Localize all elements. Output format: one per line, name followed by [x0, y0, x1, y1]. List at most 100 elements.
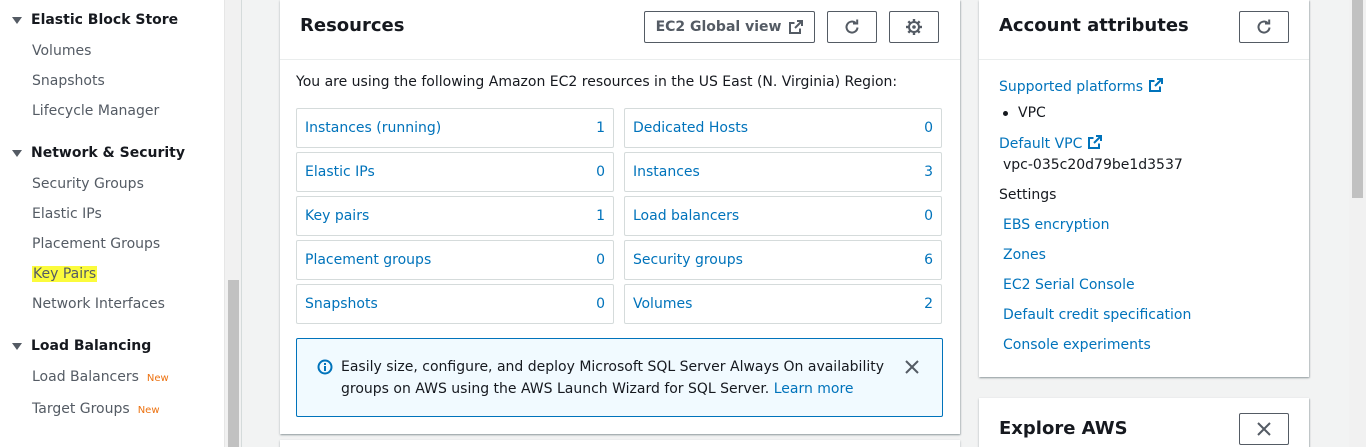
sidebar-item-label: Load Balancers: [32, 369, 139, 385]
learn-more-link[interactable]: Learn more: [774, 381, 854, 397]
resource-count: 2: [924, 296, 933, 312]
close-icon: [1257, 422, 1271, 436]
resource-key-pairs[interactable]: Key pairs 1: [296, 196, 614, 236]
resources-title: Resources: [300, 15, 405, 36]
resource-placement-groups[interactable]: Placement groups 0: [296, 240, 614, 280]
sidebar-item-security-groups[interactable]: Security Groups: [32, 174, 144, 194]
resource-label: Instances (running): [305, 120, 442, 136]
ebs-encryption-link[interactable]: EBS encryption: [1003, 217, 1109, 233]
ec2-global-view-button[interactable]: EC2 Global view: [644, 11, 815, 43]
external-link-icon: [789, 20, 804, 34]
sidebar-nav: Elastic Block Store Volumes Snapshots Li…: [0, 0, 224, 447]
sidebar-item-snapshots[interactable]: Snapshots: [32, 71, 105, 91]
resource-count: 1: [596, 120, 605, 136]
console-experiments-link[interactable]: Console experiments: [1003, 337, 1151, 353]
close-icon[interactable]: [905, 359, 919, 378]
sidebar-item-lifecycle-manager[interactable]: Lifecycle Manager: [32, 101, 159, 121]
sidebar-item-placement-groups[interactable]: Placement Groups: [32, 234, 160, 254]
refresh-icon: [843, 18, 861, 36]
platform-value: VPC: [1003, 105, 1046, 121]
resource-snapshots[interactable]: Snapshots 0: [296, 284, 614, 324]
resource-label: Elastic IPs: [305, 164, 375, 180]
resources-panel: Resources EC2 Global view You are using …: [280, 0, 960, 434]
resource-count: 6: [924, 252, 933, 268]
sidebar-item-key-pairs[interactable]: Key Pairs: [32, 264, 98, 284]
info-icon: [317, 359, 333, 379]
resource-dedicated-hosts[interactable]: Dedicated Hosts 0: [624, 108, 942, 148]
sidebar-section-load-balancing[interactable]: Load Balancing: [12, 336, 151, 356]
external-link-icon: [1082, 135, 1103, 153]
resource-count: 0: [596, 252, 605, 268]
resource-count: 0: [924, 120, 933, 136]
sidebar-section-ebs[interactable]: Elastic Block Store: [12, 10, 178, 30]
platform-text: VPC: [1018, 105, 1046, 121]
explore-aws-title: Explore AWS: [999, 418, 1128, 439]
resource-security-groups[interactable]: Security groups 6: [624, 240, 942, 280]
sidebar-scrollbar-thumb[interactable]: [228, 280, 239, 447]
account-attributes-header: Account attributes: [979, 0, 1309, 60]
caret-down-icon: [12, 16, 22, 24]
resource-label: Dedicated Hosts: [633, 120, 749, 136]
dismiss-button[interactable]: [1239, 413, 1289, 445]
supported-platforms-link[interactable]: Supported platforms: [999, 78, 1164, 96]
resource-count: 0: [924, 208, 933, 224]
caret-down-icon: [12, 149, 22, 157]
new-badge: New: [146, 373, 169, 384]
resource-label: Instances: [633, 164, 700, 180]
gear-icon: [905, 18, 923, 36]
sidebar-item-elastic-ips[interactable]: Elastic IPs: [32, 204, 102, 224]
sidebar-section-title: Elastic Block Store: [31, 12, 179, 28]
next-panel-edge: [280, 440, 960, 447]
sidebar-item-label: Target Groups: [32, 401, 130, 417]
divider: [241, 0, 242, 447]
settings-button[interactable]: [889, 11, 939, 43]
resource-label: Security groups: [633, 252, 743, 268]
page-scrollbar[interactable]: [1349, 0, 1366, 447]
resource-label: Load balancers: [633, 208, 740, 224]
refresh-icon: [1255, 18, 1273, 36]
button-label: EC2 Global view: [655, 19, 782, 35]
external-link-icon: [1143, 78, 1164, 96]
resource-instances[interactable]: Instances 3: [624, 152, 942, 192]
sidebar-item-target-groups[interactable]: Target Groups New: [32, 399, 160, 419]
ec2-serial-console-link[interactable]: EC2 Serial Console: [1003, 277, 1135, 293]
resources-description: You are using the following Amazon EC2 r…: [296, 74, 898, 90]
sidebar-item-label: Key Pairs: [32, 266, 98, 282]
resource-instances-running[interactable]: Instances (running) 1: [296, 108, 614, 148]
explore-aws-panel: Explore AWS: [979, 398, 1309, 447]
default-vpc-value: vpc-035c20d79be1d3537: [1003, 157, 1183, 173]
resource-label: Volumes: [633, 296, 693, 312]
settings-label: Settings: [999, 187, 1057, 203]
resource-count: 3: [924, 164, 933, 180]
sidebar-scrollbar[interactable]: [224, 0, 241, 447]
sidebar-section-network-security[interactable]: Network & Security: [12, 143, 185, 163]
refresh-button[interactable]: [827, 11, 877, 43]
bullet-icon: [1003, 110, 1008, 116]
resource-elastic-ips[interactable]: Elastic IPs 0: [296, 152, 614, 192]
info-alert: Easily size, configure, and deploy Micro…: [296, 338, 943, 417]
page-scrollbar-thumb[interactable]: [1352, 0, 1363, 198]
link-label: Default VPC: [999, 136, 1083, 152]
resource-volumes[interactable]: Volumes 2: [624, 284, 942, 324]
resource-count: 0: [596, 296, 605, 312]
account-attributes-title: Account attributes: [999, 15, 1189, 36]
resource-label: Snapshots: [305, 296, 378, 312]
sidebar-item-network-interfaces[interactable]: Network Interfaces: [32, 294, 165, 314]
resource-label: Key pairs: [305, 208, 370, 224]
account-refresh-button[interactable]: [1239, 11, 1289, 43]
resource-load-balancers[interactable]: Load balancers 0: [624, 196, 942, 236]
account-attributes-panel: Account attributes Supported platforms V…: [979, 0, 1309, 377]
sidebar-section-title: Network & Security: [31, 145, 185, 161]
default-credit-specification-link[interactable]: Default credit specification: [1003, 307, 1191, 323]
default-vpc-link[interactable]: Default VPC: [999, 135, 1103, 153]
new-badge: New: [137, 405, 160, 416]
sidebar-section-title: Load Balancing: [31, 338, 152, 354]
info-message: Easily size, configure, and deploy Micro…: [341, 356, 901, 400]
zones-link[interactable]: Zones: [1003, 247, 1046, 263]
sidebar-item-load-balancers[interactable]: Load Balancers New: [32, 367, 169, 387]
sidebar-item-volumes[interactable]: Volumes: [32, 41, 91, 61]
link-label: Supported platforms: [999, 79, 1144, 95]
caret-down-icon: [12, 342, 22, 350]
resource-count: 1: [596, 208, 605, 224]
resources-header: Resources EC2 Global view: [280, 0, 960, 60]
